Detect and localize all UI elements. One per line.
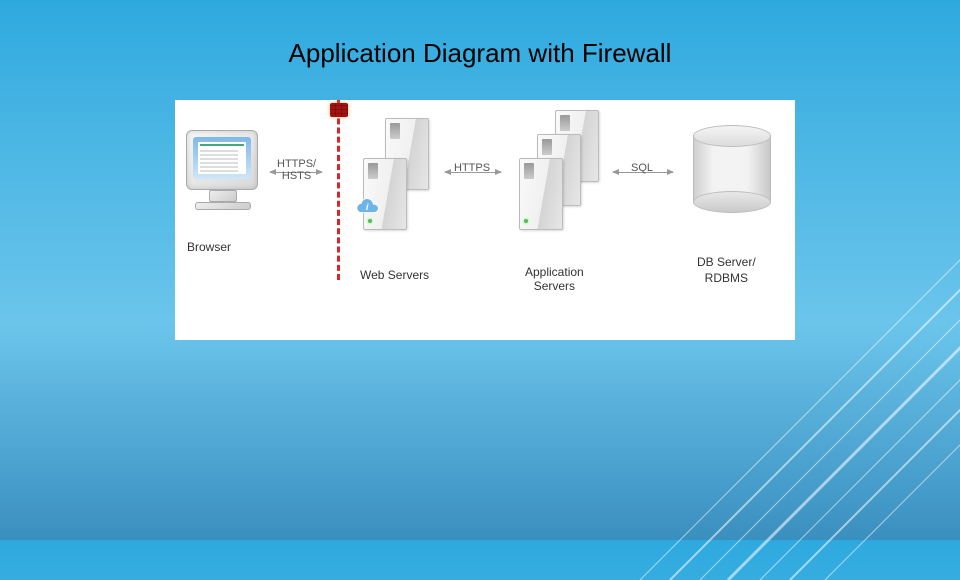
db-label-line2: RDBMS [705, 271, 748, 285]
cloud-icon: i [354, 197, 384, 217]
arrow-browser-web-label: HTTPS/ HSTS [277, 158, 316, 182]
db-server-label: DB Server/ RDBMS [697, 255, 756, 286]
app-servers-label: Application Servers [525, 265, 584, 293]
arrow-app-db-label: SQL [631, 162, 653, 174]
browser-label: Browser [187, 240, 231, 254]
arrow-web-app-label: HTTPS [454, 162, 490, 174]
app-server-icon [519, 158, 563, 230]
firewall-icon [330, 103, 348, 117]
diagram-panel: Browser HTTPS/ HSTS i i Web Servers HTTP… [175, 100, 795, 340]
web-server-icon: i [363, 158, 407, 230]
slide-title: Application Diagram with Firewall [289, 38, 672, 69]
firewall-line [337, 100, 340, 280]
web-servers-label: Web Servers [360, 268, 429, 282]
db-label-line1: DB Server/ [697, 255, 756, 269]
browser-node [180, 130, 265, 235]
database-icon [693, 125, 771, 213]
svg-text:i: i [366, 202, 369, 212]
monitor-icon [186, 130, 258, 190]
